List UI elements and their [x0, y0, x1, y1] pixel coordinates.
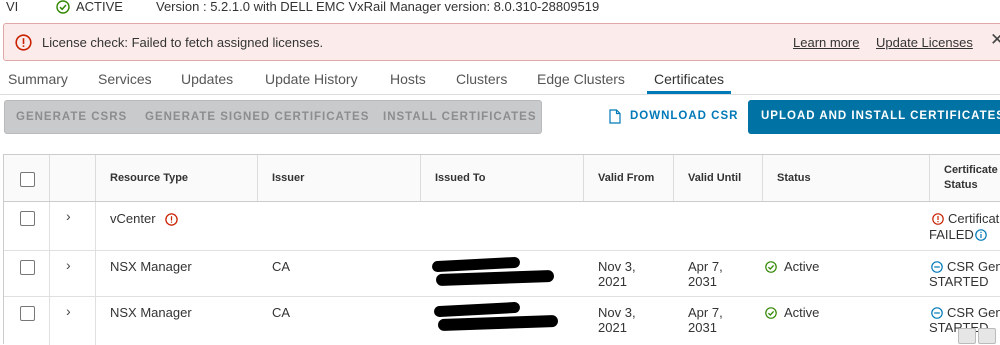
domain-type-label: VI — [6, 0, 19, 14]
column-separator — [929, 155, 930, 201]
valid-from: Nov 3, — [598, 305, 636, 320]
redaction-mark — [437, 314, 559, 332]
row-separator — [49, 297, 50, 345]
error-icon — [165, 213, 178, 226]
check-circle-icon — [765, 261, 777, 273]
issuer: CA — [272, 305, 291, 320]
upload-install-label: UPLOAD AND INSTALL CERTIFICATES — [761, 110, 1000, 122]
header-valid-until[interactable]: Valid Until — [688, 172, 741, 184]
certificate-status-state: STARTED — [929, 274, 989, 289]
valid-until-year: 2031 — [688, 320, 717, 335]
tab-updates[interactable]: Updates — [181, 71, 233, 87]
valid-from: Nov 3, — [598, 259, 636, 274]
status: Active — [784, 259, 820, 274]
table-row[interactable]: › NSX Manager CA Nov 3, 2021 Apr 7, 2031… — [4, 251, 1000, 297]
header-issued-to[interactable]: Issued To — [435, 172, 486, 184]
select-all-checkbox[interactable] — [20, 172, 35, 187]
resource-type: NSX Manager — [110, 259, 192, 274]
valid-until: Apr 7, — [688, 305, 723, 320]
valid-from-year: 2021 — [598, 274, 627, 289]
certificate-status-state: FAILED — [929, 227, 974, 242]
version-text: Version : 5.2.1.0 with DELL EMC VxRail M… — [156, 0, 600, 14]
valid-until: Apr 7, — [688, 259, 723, 274]
certificate-status: CSR Gene — [947, 305, 1000, 320]
redaction-mark — [435, 269, 555, 287]
error-icon — [15, 34, 32, 51]
settings-icon[interactable] — [978, 328, 996, 344]
header-issuer[interactable]: Issuer — [272, 172, 304, 184]
row-separator — [95, 297, 96, 345]
tab-bar: Summary Services Updates Update History … — [0, 64, 1000, 95]
tab-summary[interactable]: Summary — [8, 71, 68, 87]
tab-update-history[interactable]: Update History — [265, 71, 358, 87]
minus-circle-icon — [931, 261, 943, 273]
row-separator — [95, 251, 96, 296]
error-icon — [932, 213, 944, 225]
certificate-status: Certificat — [948, 211, 1000, 226]
document-icon — [609, 109, 621, 124]
table-row[interactable]: › NSX Manager CA Nov 3, 2021 Apr 7, 2031… — [4, 297, 1000, 345]
tab-edge-clusters[interactable]: Edge Clusters — [537, 71, 625, 87]
tab-services[interactable]: Services — [98, 71, 152, 87]
certificates-grid: Resource Type Issuer Issued To Valid Fro… — [3, 154, 1000, 345]
redaction-mark — [433, 301, 521, 318]
download-icon[interactable] — [958, 328, 976, 344]
valid-from-year: 2021 — [598, 320, 627, 335]
header-resource-type[interactable]: Resource Type — [110, 172, 188, 184]
issuer: CA — [272, 259, 291, 274]
row-separator — [95, 202, 96, 250]
row-separator — [49, 251, 50, 296]
close-icon[interactable]: ✕ — [990, 30, 1000, 50]
tab-clusters[interactable]: Clusters — [456, 71, 507, 87]
header-certificate-status-line2: Status — [944, 179, 978, 191]
row-checkbox[interactable] — [20, 260, 35, 275]
tab-certificates[interactable]: Certificates — [654, 71, 724, 87]
expand-chevron-icon[interactable]: › — [66, 303, 71, 319]
grid-header: Resource Type Issuer Issued To Valid Fro… — [4, 155, 1000, 202]
header-valid-from[interactable]: Valid From — [598, 172, 654, 184]
table-row[interactable]: › vCenter Certificat FAILED — [4, 202, 1000, 251]
info-icon[interactable] — [975, 229, 987, 241]
active-tab-indicator — [647, 91, 731, 94]
column-separator — [583, 155, 584, 201]
license-alert: License check: Failed to fetch assigned … — [3, 23, 1000, 61]
redaction-mark — [431, 256, 521, 273]
check-circle-icon — [765, 307, 777, 319]
check-circle-icon — [56, 0, 70, 14]
certificate-action-group: GENERATE CSRS GENERATE SIGNED CERTIFICAT… — [4, 100, 542, 134]
alert-message: License check: Failed to fetch assigned … — [42, 35, 324, 50]
update-licenses-link[interactable]: Update Licenses — [876, 35, 973, 50]
top-status-bar: VI ACTIVE Version : 5.2.1.0 with DELL EM… — [0, 0, 1000, 16]
header-certificate-status-line1[interactable]: Certificate — [944, 164, 998, 176]
column-separator — [673, 155, 674, 201]
row-checkbox[interactable] — [20, 306, 35, 321]
tab-hosts[interactable]: Hosts — [390, 71, 426, 87]
generate-csrs-button[interactable]: GENERATE CSRS — [16, 111, 127, 123]
certificate-status: CSR Gene — [947, 259, 1000, 274]
resource-type: vCenter — [110, 211, 156, 226]
row-checkbox[interactable] — [20, 211, 35, 226]
upload-install-certificates-button[interactable]: UPLOAD AND INSTALL CERTIFICATES — [748, 100, 1000, 134]
column-separator — [95, 155, 96, 201]
expand-chevron-icon[interactable]: › — [66, 208, 71, 224]
resource-type: NSX Manager — [110, 305, 192, 320]
generate-signed-certificates-button[interactable]: GENERATE SIGNED CERTIFICATES — [145, 111, 369, 123]
status: Active — [784, 305, 820, 320]
column-separator — [420, 155, 421, 201]
domain-status: ACTIVE — [76, 0, 123, 14]
column-separator — [762, 155, 763, 201]
column-separator — [49, 155, 50, 201]
download-csr-label: DOWNLOAD CSR — [630, 110, 739, 122]
install-certificates-button[interactable]: INSTALL CERTIFICATES — [383, 111, 537, 123]
expand-chevron-icon[interactable]: › — [66, 257, 71, 273]
learn-more-link[interactable]: Learn more — [793, 35, 859, 50]
valid-until-year: 2031 — [688, 274, 717, 289]
minus-circle-icon — [931, 307, 943, 319]
header-status[interactable]: Status — [777, 172, 811, 184]
row-separator — [49, 202, 50, 250]
column-separator — [257, 155, 258, 201]
